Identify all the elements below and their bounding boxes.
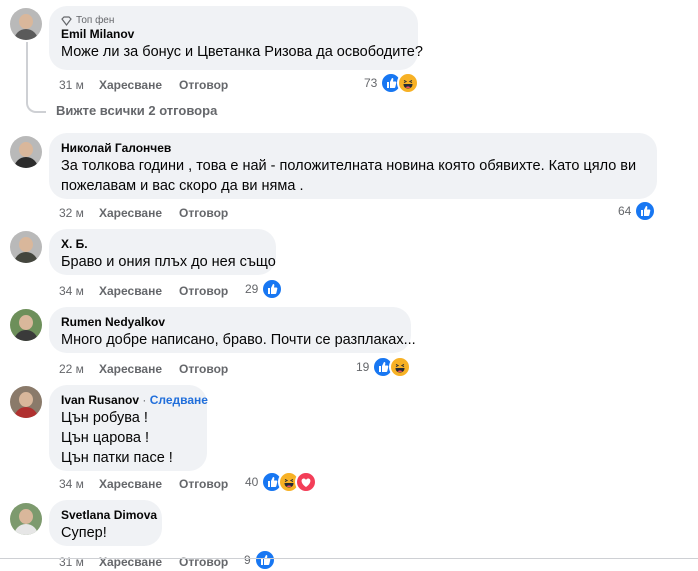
reactions[interactable]: 64 [618, 200, 657, 222]
comment-time[interactable]: 34 м [59, 284, 99, 298]
view-replies-link[interactable]: Вижте всички 2 отговора [56, 103, 217, 118]
reaction-count: 40 [245, 475, 259, 489]
comment-author[interactable]: Ivan Rusanov [61, 393, 139, 407]
reaction-count: 64 [618, 204, 632, 218]
like-icon [261, 278, 284, 300]
divider [0, 558, 698, 559]
comment-text: Браво и ония плъх до нея също [61, 254, 276, 270]
comment-time[interactable]: 34 м [59, 477, 99, 491]
like-button[interactable]: Харесване [99, 477, 179, 491]
comment-text-line: пожелавам и вас скоро да ви няма . [61, 178, 304, 194]
comment-time[interactable]: 32 м [59, 206, 99, 220]
reactions[interactable]: 9 [244, 549, 276, 571]
comment-text-line: Цън царова ! [61, 430, 149, 446]
reply-button[interactable]: Отговор [179, 284, 228, 298]
love-icon [295, 471, 318, 493]
comment-author[interactable]: Х. Б. [61, 237, 264, 252]
comment-time[interactable]: 22 м [59, 362, 99, 376]
reaction-count: 9 [244, 553, 251, 567]
comment-text: Супер! [61, 525, 107, 541]
haha-icon [389, 356, 412, 378]
comment-bubble: Rumen Nedyalkov Много добре написано, бр… [49, 307, 416, 353]
comment-actions: 34 м Харесване Отговор [59, 283, 228, 299]
reactions[interactable]: 19 [356, 356, 412, 378]
comment-actions: 32 м Харесване Отговор [59, 205, 228, 221]
comment-actions: 31 м Харесване Отговор [59, 554, 228, 570]
diamond-icon [61, 15, 72, 26]
reply-button[interactable]: Отговор [179, 477, 228, 491]
badge-label: Топ фен [76, 15, 115, 26]
comment-actions: 34 м Харесване Отговор [59, 476, 228, 492]
avatar[interactable] [10, 8, 42, 40]
reply-button[interactable]: Отговор [179, 362, 228, 376]
comment-bubble: Х. Б. Браво и ония плъх до нея също [49, 229, 276, 275]
reactions[interactable]: 73 [364, 72, 420, 94]
comment-author[interactable]: Svetlana Dimova [61, 508, 157, 523]
like-icon [634, 200, 657, 222]
reply-button[interactable]: Отговор [179, 206, 228, 220]
comment-actions: 22 м Харесване Отговор [59, 361, 228, 377]
top-fan-badge: Топ фен [61, 14, 406, 27]
comment-text-line: Цън робува ! [61, 410, 148, 426]
like-button[interactable]: Харесване [99, 206, 179, 220]
comment-actions: 31 м Харесване Отговор [59, 77, 228, 93]
comment-bubble: Топ фен Emil Milanov Може ли за бонус и … [49, 6, 423, 70]
comment-bubble: Николай Галончев За толкова години , тов… [49, 133, 657, 199]
comment-author[interactable]: Rumen Nedyalkov [61, 315, 399, 330]
reaction-count: 29 [245, 282, 259, 296]
follow-button[interactable]: Следване [150, 393, 208, 407]
comment-author[interactable]: Emil Milanov [61, 27, 406, 42]
comment-author[interactable]: Николай Галончев [61, 141, 645, 156]
reactions[interactable]: 40 [245, 471, 318, 493]
thread-line [26, 42, 46, 113]
comment-text: Много добре написано, браво. Почти се ра… [61, 332, 416, 348]
comment-time[interactable]: 31 м [59, 78, 99, 92]
reaction-count: 73 [364, 76, 378, 90]
like-icon [253, 549, 276, 571]
comment-text-line: За толкова години , това е най - положит… [61, 158, 637, 174]
separator-dot: · [142, 393, 147, 407]
like-button[interactable]: Харесване [99, 78, 179, 92]
comment-bubble: Ivan Rusanov · Следване Цън робува ! Цън… [49, 385, 208, 471]
comment-text-line: Цън патки пасе ! [61, 450, 173, 466]
avatar[interactable] [10, 136, 42, 168]
haha-icon [397, 72, 420, 94]
comment-author-row: Ivan Rusanov · Следване [61, 393, 208, 408]
avatar[interactable] [10, 386, 42, 418]
reactions[interactable]: 29 [245, 278, 284, 300]
avatar[interactable] [10, 309, 42, 341]
like-button[interactable]: Харесване [99, 362, 179, 376]
avatar[interactable] [10, 231, 42, 263]
reaction-count: 19 [356, 360, 370, 374]
like-button[interactable]: Харесване [99, 284, 179, 298]
comment-text: Може ли за бонус и Цветанка Ризова да ос… [61, 44, 423, 60]
avatar[interactable] [10, 503, 42, 535]
reply-button[interactable]: Отговор [179, 78, 228, 92]
comment-bubble: Svetlana Dimova Супер! [49, 500, 162, 546]
